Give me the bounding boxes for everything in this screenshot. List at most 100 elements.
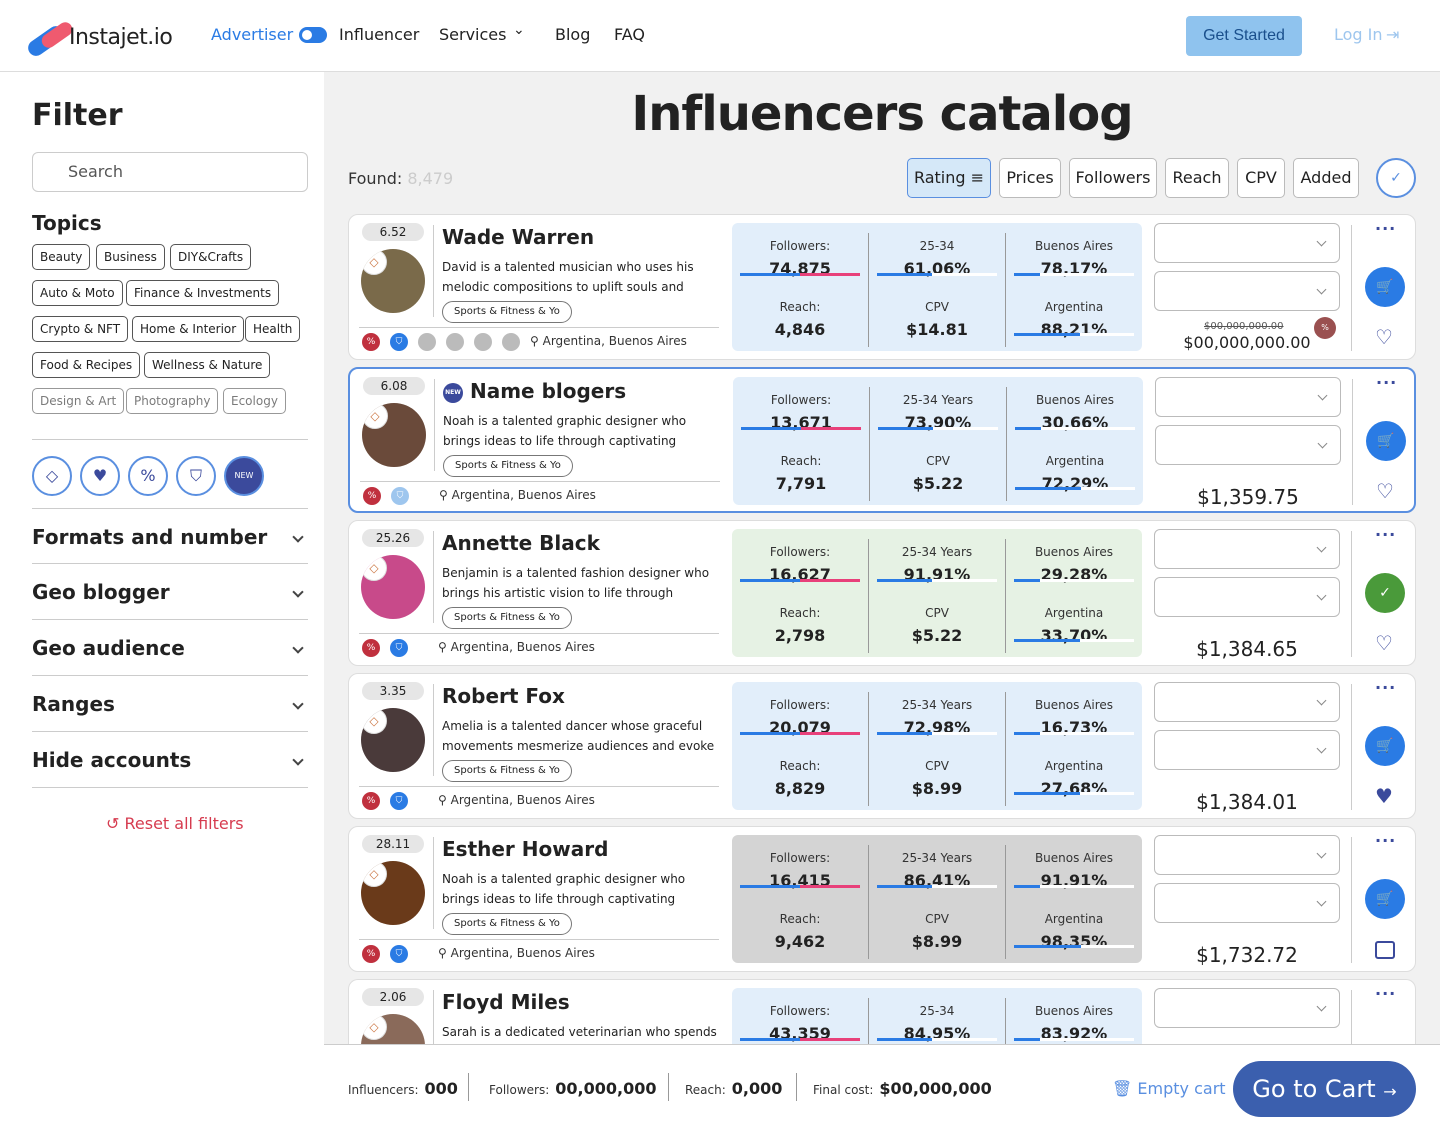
format-select[interactable]: [1154, 682, 1340, 722]
influencer-card[interactable]: 3.35 ◇ Robert Fox Amelia is a talented danc…: [348, 673, 1416, 819]
reset-filters-link[interactable]: ↺ Reset all filters: [106, 814, 244, 833]
avatar[interactable]: ◇: [361, 1014, 425, 1045]
topic-chip[interactable]: Sports & Fitness & Yo: [443, 455, 573, 477]
empty-cart-button[interactable]: 🗑 Empty cart: [1112, 1079, 1226, 1098]
diamond-icon[interactable]: ◇: [32, 456, 72, 496]
influencer-name[interactable]: Wade Warren: [442, 225, 594, 249]
check-all-icon[interactable]: ✓: [1376, 158, 1416, 198]
topic-tag[interactable]: Auto & Moto: [32, 280, 123, 306]
influencer-name[interactable]: Esther Howard: [442, 837, 608, 861]
new-icon[interactable]: NEW: [224, 456, 264, 496]
influencer-card[interactable]: 25.26 ◇ Annette Black Benjamin is a talente…: [348, 520, 1416, 666]
influencer-card[interactable]: 2.06 ◇ Floyd Miles Sarah is a dedicated vet…: [348, 979, 1416, 1045]
percent-icon[interactable]: %: [128, 456, 168, 496]
format-select[interactable]: [1154, 577, 1340, 617]
hide-accounts-section[interactable]: Hide accounts: [32, 732, 308, 788]
more-options-icon[interactable]: ···: [1375, 831, 1396, 850]
login-link[interactable]: Log In: [1334, 25, 1383, 44]
sort-added-button[interactable]: Added: [1293, 158, 1359, 198]
format-select[interactable]: [1154, 271, 1340, 311]
advertiser-link[interactable]: Advertiser: [211, 25, 293, 44]
sort-rating-button[interactable]: Rating ≡: [907, 158, 991, 198]
logo[interactable]: Instajet.io: [25, 19, 176, 60]
more-options-icon[interactable]: ···: [1375, 678, 1396, 697]
heart-icon[interactable]: ♡: [1375, 633, 1393, 653]
influencer-name[interactable]: Annette Black: [442, 531, 600, 555]
geo-audience-section[interactable]: Geo audience: [32, 620, 308, 676]
format-select[interactable]: [1155, 425, 1341, 465]
go-to-cart-button[interactable]: Go to Cart →: [1233, 1061, 1416, 1117]
check-icon[interactable]: ✓: [1365, 573, 1405, 613]
more-options-icon[interactable]: ···: [1375, 525, 1396, 544]
blog-link[interactable]: Blog: [555, 25, 590, 44]
sort-prices-button[interactable]: Prices: [999, 158, 1061, 198]
heart-icon[interactable]: ♡: [1376, 481, 1394, 501]
chevron-down-icon[interactable]: ⌄: [513, 22, 525, 38]
faq-link[interactable]: FAQ: [614, 25, 645, 44]
influencer-name[interactable]: Robert Fox: [442, 684, 565, 708]
influencer-card[interactable]: 6.08 ◇ NEW Name blogers Noah is a talented …: [348, 367, 1416, 513]
topic-tag[interactable]: Photography: [126, 388, 219, 414]
cart-icon[interactable]: 🛒: [1366, 421, 1406, 461]
search-input[interactable]: Search: [32, 152, 308, 192]
topic-chip[interactable]: Sports & Fitness & Yo: [442, 913, 572, 935]
bag-icon[interactable]: [1375, 941, 1395, 959]
geo-blogger-section[interactable]: Geo blogger: [32, 564, 308, 620]
cart-icon[interactable]: 🛒: [1365, 879, 1405, 919]
heart-icon[interactable]: ♥: [80, 456, 120, 496]
topic-tag[interactable]: Home & Interior: [132, 316, 245, 342]
heart-icon[interactable]: ♥: [1375, 786, 1393, 806]
topic-chip[interactable]: Sports & Fitness & Yo: [442, 301, 572, 323]
services-menu[interactable]: Services: [439, 25, 506, 44]
formats-section[interactable]: Formats and number: [32, 508, 308, 564]
format-select[interactable]: [1154, 883, 1340, 923]
format-select[interactable]: [1154, 730, 1340, 770]
cart-icon[interactable]: 🛒: [1365, 267, 1405, 307]
more-options-icon[interactable]: ···: [1375, 219, 1396, 238]
avatar[interactable]: ◇: [362, 403, 426, 467]
more-options-icon[interactable]: ···: [1376, 373, 1397, 392]
topic-tag[interactable]: Business: [96, 244, 165, 270]
topic-tag[interactable]: Food & Recipes: [32, 352, 141, 378]
influencer-card[interactable]: 6.52 ◇ Wade Warren David is a talented musi…: [348, 214, 1416, 360]
influencer-card[interactable]: 28.11 ◇ Esther Howard Noah is a talented gr…: [348, 826, 1416, 972]
topic-tag[interactable]: Beauty: [32, 244, 91, 270]
topic-tag[interactable]: Wellness & Nature: [144, 352, 271, 378]
stat-label: CPV: [926, 454, 950, 468]
format-select[interactable]: [1154, 835, 1340, 875]
topic-tag[interactable]: DIY&Crafts: [170, 244, 252, 270]
avatar[interactable]: ◇: [361, 708, 425, 772]
avatar[interactable]: ◇: [361, 249, 425, 313]
influencer-name[interactable]: NEW Name blogers: [443, 379, 626, 403]
avatar[interactable]: ◇: [361, 555, 425, 619]
topic-tag[interactable]: Design & Art: [32, 388, 125, 414]
heart-icon[interactable]: ♡: [1375, 327, 1393, 347]
topic-tag[interactable]: Health: [245, 316, 301, 342]
format-select[interactable]: [1154, 529, 1340, 569]
avatar[interactable]: ◇: [361, 861, 425, 925]
ranges-section[interactable]: Ranges: [32, 676, 308, 732]
format-select[interactable]: [1154, 223, 1340, 263]
stat-bar: [1014, 579, 1134, 582]
influencer-name[interactable]: Floyd Miles: [442, 990, 570, 1014]
topic-tag[interactable]: Crypto & NFT: [32, 316, 129, 342]
login-icon[interactable]: ⇥: [1386, 25, 1399, 44]
sort-cpv-button[interactable]: CPV: [1237, 158, 1285, 198]
diamond-icon: ◇: [362, 403, 388, 429]
topic-tag[interactable]: Ecology: [223, 388, 286, 414]
topic-tag[interactable]: Finance & Investments: [126, 280, 280, 306]
role-toggle[interactable]: [299, 27, 327, 43]
topic-chip[interactable]: Sports & Fitness & Yo: [442, 607, 572, 629]
topic-chip[interactable]: Sports & Fitness & Yo: [442, 760, 572, 782]
format-select[interactable]: [1154, 988, 1340, 1028]
shield-icon[interactable]: ⛉: [176, 456, 216, 496]
stats-panel: Followers: 16,627 Reach: 2,798 25-34 Years 91…: [732, 529, 1142, 657]
section-label: Hide accounts: [32, 748, 192, 772]
sort-reach-button[interactable]: Reach: [1165, 158, 1229, 198]
sort-followers-button[interactable]: Followers: [1069, 158, 1157, 198]
influencer-link[interactable]: Influencer: [339, 25, 419, 44]
get-started-button[interactable]: Get Started: [1186, 16, 1302, 56]
cart-icon[interactable]: 🛒: [1365, 726, 1405, 766]
more-options-icon[interactable]: ···: [1375, 984, 1396, 1003]
format-select[interactable]: [1155, 377, 1341, 417]
